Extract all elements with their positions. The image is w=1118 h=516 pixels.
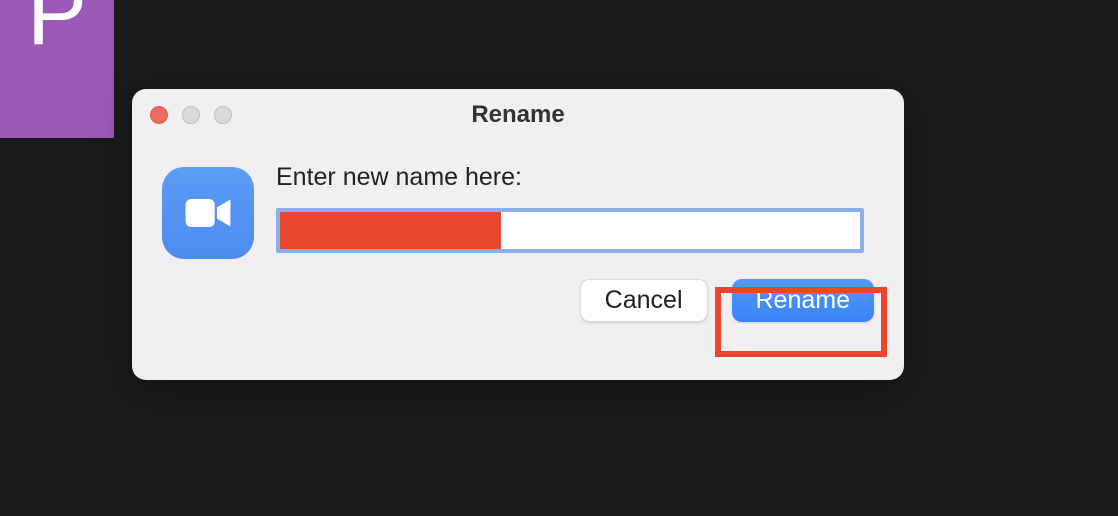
cancel-button[interactable]: Cancel	[580, 279, 708, 322]
rename-button[interactable]: Rename	[732, 279, 875, 322]
close-window-button[interactable]	[150, 106, 168, 124]
minimize-window-button[interactable]	[182, 106, 200, 124]
form-area: Enter new name here:	[276, 159, 874, 259]
video-camera-icon	[180, 185, 236, 241]
name-input[interactable]	[276, 208, 864, 253]
dialog-buttons: Cancel Rename	[132, 259, 904, 322]
zoom-app-icon	[162, 167, 254, 259]
rename-dialog: Rename Enter new name here: Cancel Renam…	[132, 89, 904, 380]
participant-avatar-tile: P	[0, 0, 114, 138]
avatar-initial: P	[27, 0, 87, 50]
name-input-label: Enter new name here:	[276, 163, 874, 192]
redacted-input-value	[280, 212, 501, 249]
window-controls	[150, 106, 232, 124]
dialog-content: Enter new name here:	[132, 141, 904, 259]
dialog-titlebar: Rename	[132, 89, 904, 141]
dialog-title: Rename	[471, 101, 564, 129]
zoom-window-button[interactable]	[214, 106, 232, 124]
